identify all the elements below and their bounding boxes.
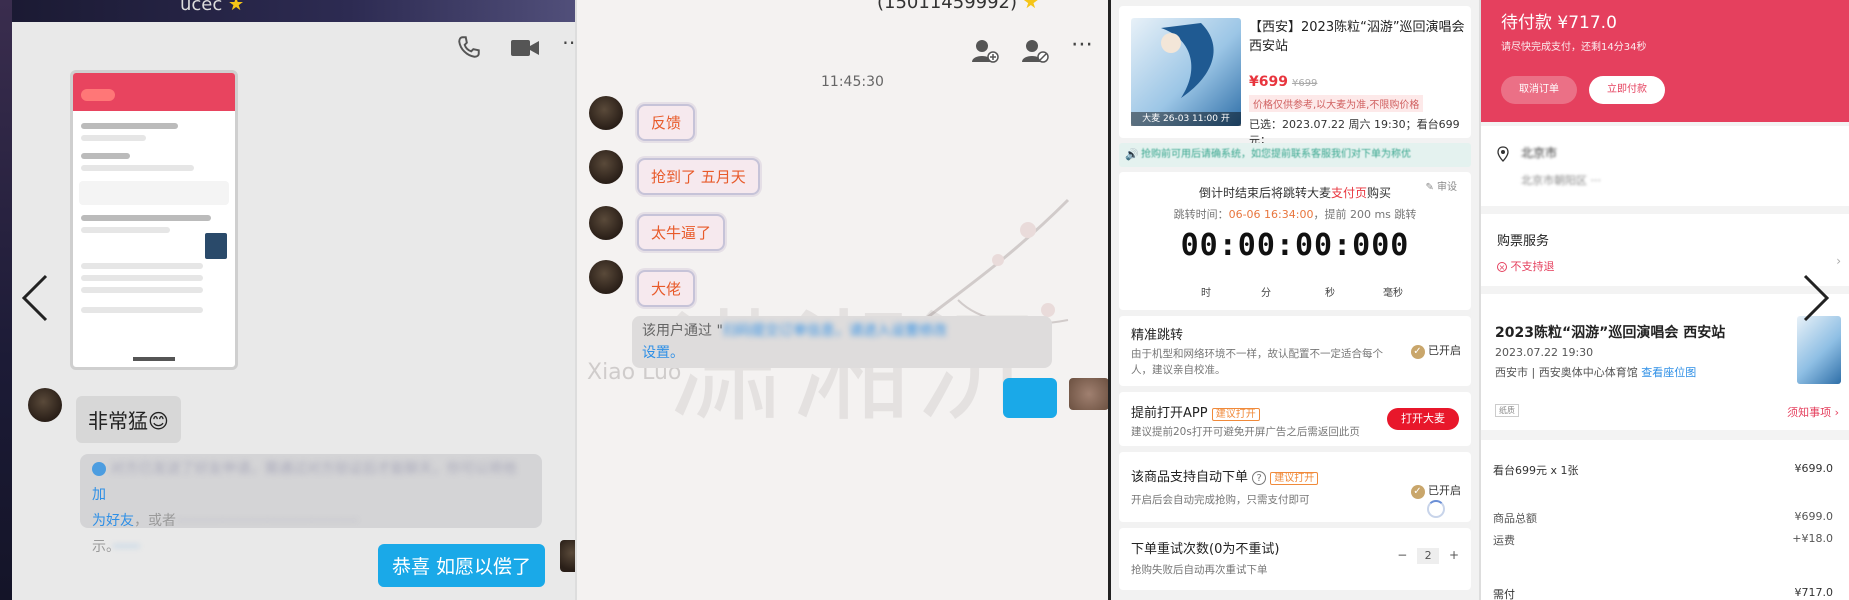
countdown-clock: 00:00:00:000 <box>1180 228 1410 263</box>
add-member-icon[interactable] <box>971 38 999 70</box>
location-icon <box>1497 146 1509 162</box>
add-friend-link[interactable]: 加 <box>92 487 106 503</box>
event-time: 2023.07.22 19:30 <box>1495 346 1594 359</box>
add-friend-link-cont[interactable]: 为好友 <box>92 513 134 529</box>
seat-map-link[interactable]: 查看座位图 <box>1641 366 1696 379</box>
jump-time: 跳转时间：06-06 16:34:00，提前 200 ms 跳转 <box>1173 208 1417 221</box>
system-notice: 该用户通过 "扫码提交订单信息，请进入设置修改 设置。 <box>632 316 1052 368</box>
countdown-card: 倒计时结束后将跳转大麦支付页购买 ✎ 审设 跳转时间：06-06 16:34:0… <box>1119 172 1471 310</box>
event-detail-section[interactable]: 2023陈粒“泅游”巡回演唱会 西安站 2023.07.22 19:30 西安市… <box>1481 294 1849 430</box>
order-helper-panel: 大麦 26-03 11:00 开 【西安】2023陈粒“泅游”巡回演唱会 西安站… <box>1108 0 1479 600</box>
no-icon: × <box>1497 262 1507 272</box>
suggest-badge: 建议打开 <box>1270 472 1319 485</box>
plus-button[interactable]: + <box>1449 548 1459 562</box>
cancel-order-button[interactable]: 取消订单 <box>1501 76 1577 104</box>
contact-avatar[interactable] <box>28 388 62 422</box>
check-icon: ✓ <box>1410 485 1425 499</box>
poster-figure-icon <box>1161 23 1214 98</box>
address-line-2: 北京市朝阳区 ··· <box>1521 174 1601 187</box>
event-poster <box>1797 316 1841 384</box>
settings-link[interactable]: 设置。 <box>642 345 684 361</box>
sticker-message: 反馈 <box>637 104 696 141</box>
sent-message <box>1003 378 1057 418</box>
chat-window-b: (15011459992) ★ 潇湘沉 Xiao Luo ⋯ 11:45:30 … <box>575 0 1108 600</box>
notice-bar: 🔊 抢购前可用后请确系统，如您提前联系客服我们对下单为称优 <box>1119 143 1471 167</box>
payment-status: 待付款 ¥717.0 <box>1501 13 1617 33</box>
address-line-1: 北京市 <box>1521 146 1558 160</box>
pay-now-button[interactable]: 立即付款 <box>1589 76 1665 104</box>
payment-panel: 待付款 ¥717.0 请尽快完成支付，还剩14分34秒 取消订单 立即付款 北京… <box>1479 0 1849 600</box>
address-section[interactable]: 北京市 北京市朝阳区 ··· <box>1481 126 1849 206</box>
payment-hint: 请尽快完成支付，还剩14分34秒 <box>1501 42 1647 53</box>
contact-avatar[interactable] <box>589 260 623 294</box>
open-damai-button[interactable]: 打开大麦 <box>1387 408 1459 430</box>
my-avatar[interactable] <box>1069 378 1108 410</box>
suggest-badge: 建议打开 <box>1211 408 1260 421</box>
price-row: 运费 +¥18.0 <box>1493 532 1833 547</box>
event-title: 2023陈粒“泅游”巡回演唱会 西安站 <box>1495 325 1726 341</box>
auto-order-setting: 该商品支持自动下单 ? 建议打开 开启后会自动完成抢购，只需支付即可 ✓ 已开启 <box>1119 452 1471 522</box>
minus-button[interactable]: − <box>1397 548 1407 562</box>
message-timestamp: 11:45:30 <box>821 74 884 90</box>
open-app-setting: 提前打开APP 建议打开 建议提前20s打开可避免开屏广告之后需返回此页 打开大… <box>1119 392 1471 446</box>
prev-arrow-icon[interactable] <box>16 272 52 324</box>
video-icon[interactable] <box>510 36 540 66</box>
chat-title-bar: ucec ★ <box>12 0 575 22</box>
block-user-icon[interactable] <box>1021 38 1049 70</box>
next-arrow-icon[interactable] <box>1799 272 1835 324</box>
notice-icon <box>92 462 106 476</box>
chat-title: ucec ★ <box>180 0 245 15</box>
my-avatar[interactable] <box>560 540 575 572</box>
precise-jump-setting: 精准跳转 由于机型和网络环境不一样，故认配置不一定适合每个人，建议亲自校准。 ✓… <box>1119 316 1471 386</box>
contact-avatar[interactable] <box>589 206 623 240</box>
retry-stepper[interactable]: − 2 + <box>1397 548 1459 564</box>
chevron-right-icon[interactable]: › <box>1836 254 1841 268</box>
event-price: ¥699 ¥699 <box>1249 74 1318 90</box>
contact-avatar[interactable] <box>589 150 623 184</box>
retry-count[interactable]: 2 <box>1417 548 1440 564</box>
loading-spinner-icon <box>1427 500 1445 518</box>
sticker-message: 抢到了 五月天 <box>637 158 760 195</box>
ticket-tag: 纸质 <box>1495 404 1519 417</box>
price-row: 需付 ¥717.0 <box>1493 586 1833 600</box>
precise-jump-toggle[interactable]: ✓ 已开启 <box>1410 342 1461 359</box>
phone-icon[interactable] <box>456 34 482 66</box>
help-icon[interactable]: ? <box>1252 471 1267 485</box>
sticker-message: 太牛逼了 <box>637 214 726 251</box>
system-notice: 对方已发送了好友申请，需通过对方验证后才能聊天，你可以将他加 为好友，或者···… <box>80 454 542 555</box>
price-row: 看台699元 x 1张 ¥699.0 <box>1493 462 1833 477</box>
check-icon: ✓ <box>1410 345 1425 359</box>
event-poster: 大麦 26-03 11:00 开 <box>1131 18 1241 126</box>
more-icon[interactable]: ⋯ <box>562 30 575 54</box>
chat-window-a: ucec ★ ⋯ 非常猛😊 对方已发送了好友申请，需通过对方验证后才能聊天，你可… <box>0 0 575 600</box>
more-icon[interactable]: ⋯ <box>1071 32 1093 57</box>
event-title: 【西安】2023陈粒“泅游”巡回演唱会 西安站 <box>1249 20 1465 54</box>
event-venue: 西安市 | 西安奥体中心体育馆 查看座位图 <box>1495 366 1697 379</box>
ticket-service-section: 购票服务 × 不支持退 › <box>1481 214 1849 286</box>
price-row: 商品总额 ¥699.0 <box>1493 510 1833 525</box>
notice-link[interactable]: 须知事项 › <box>1787 404 1839 420</box>
edit-button[interactable]: ✎ 审设 <box>1425 178 1457 193</box>
desktop-edge <box>0 0 12 600</box>
shared-screenshot[interactable] <box>70 70 238 370</box>
countdown-title: 倒计时结束后将跳转大麦支付页购买 <box>1198 186 1392 200</box>
payment-header: 待付款 ¥717.0 请尽快完成支付，还剩14分34秒 取消订单 立即付款 <box>1481 0 1849 122</box>
speaker-icon: 🔊 <box>1125 148 1139 161</box>
no-refund-label: × 不支持退 <box>1497 260 1555 273</box>
service-title: 购票服务 <box>1497 234 1550 249</box>
retry-setting: 下单重试次数(0为不重试) 抢购失败后自动再次重试下单 − 2 + <box>1119 528 1471 590</box>
price-summary: 看台699元 x 1张 ¥699.0 商品总额 ¥699.0 运费 +¥18.0 需付… <box>1481 440 1849 600</box>
chat-title: (15011459992) ★ <box>877 0 1039 13</box>
event-card[interactable]: 大麦 26-03 11:00 开 【西安】2023陈粒“泅游”巡回演唱会 西安站… <box>1119 6 1471 147</box>
auto-order-toggle[interactable]: ✓ 已开启 <box>1410 482 1461 499</box>
sent-message: 恭喜 如愿以偿了 <box>378 544 546 587</box>
sticker-message: 大佬 <box>637 270 696 307</box>
contact-avatar[interactable] <box>589 96 623 130</box>
received-message: 非常猛😊 <box>76 396 181 443</box>
price-note: 价格仅供参考,以大麦为准,不限购价格 <box>1249 95 1424 112</box>
